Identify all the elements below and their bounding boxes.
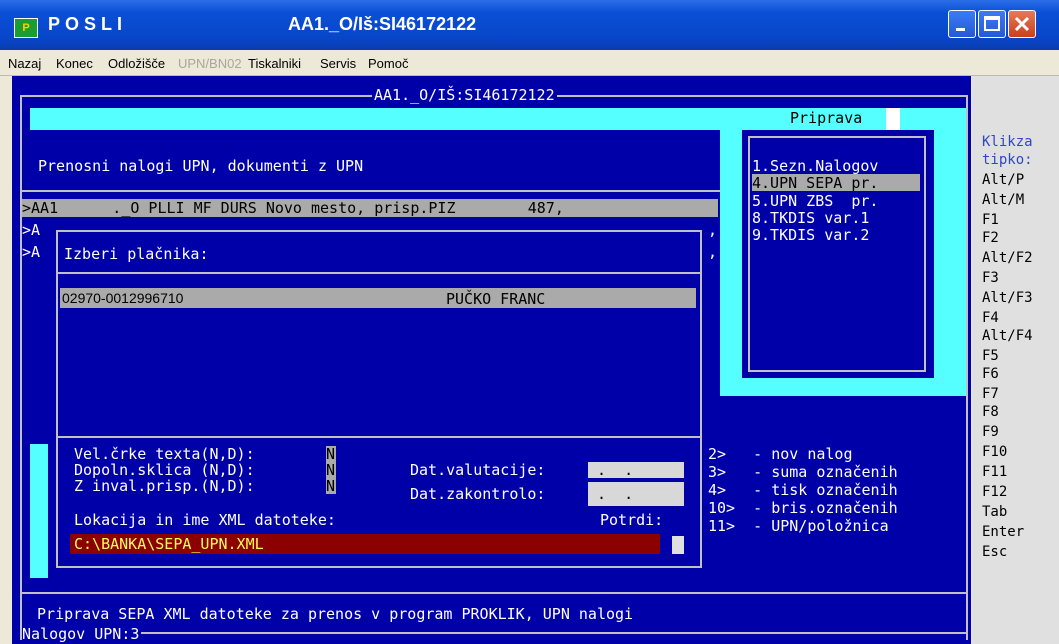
hotkey-f11[interactable]: F11 [982, 464, 1007, 480]
list-row-3-tail: , [708, 243, 718, 261]
minimize-button[interactable] [948, 10, 976, 38]
footer-separator [20, 592, 968, 594]
hotkey-alt-f4[interactable]: Alt/F4 [982, 328, 1033, 344]
priprava-item-1[interactable]: 1.Sezn.Nalogov [752, 158, 878, 174]
date-value-input[interactable]: . . [588, 462, 633, 478]
payer-dialog-title: Izberi plačnika: [64, 245, 209, 263]
hotkey-header-1: Klikza [982, 134, 1033, 150]
inval-label: Z inval.prisp.(N,D): [74, 477, 255, 495]
payer-dialog-title-sep [56, 272, 702, 274]
date-value-label: Dat.valutacije: [410, 461, 546, 479]
list-row-2[interactable]: >A [22, 222, 40, 238]
hotkey-f6[interactable]: F6 [982, 366, 999, 382]
priprava-item-2[interactable]: 4.UPN SEPA pr. [752, 175, 878, 191]
hotkey-alt-p[interactable]: Alt/P [982, 172, 1024, 188]
menu-pomoc[interactable]: Pomoč [368, 56, 408, 71]
hotkey-alt-f2[interactable]: Alt/F2 [982, 250, 1033, 266]
xml-label: Lokacija in ime XML datoteke: [74, 511, 336, 529]
hotkey-f9[interactable]: F9 [982, 424, 999, 440]
menu-nazaj[interactable]: Nazaj [8, 56, 41, 71]
payer-account[interactable]: 02970-0012996710 [62, 290, 183, 306]
hotkey-tab[interactable]: Tab [982, 504, 1007, 520]
font-size-input[interactable]: N [326, 446, 336, 462]
close-icon [1014, 16, 1030, 32]
hotkey-f2[interactable]: F2 [982, 230, 999, 246]
list-row-3[interactable]: >A [22, 244, 40, 260]
list-separator [20, 190, 720, 192]
hotkey-f7[interactable]: F7 [982, 386, 999, 402]
date-check-label: Dat.zakontrolo: [410, 485, 546, 503]
menu-upn-bn02: UPN/BN02 [178, 56, 242, 71]
payer-name[interactable]: PUČKO FRANC [446, 291, 545, 307]
ref-input[interactable]: N [326, 462, 336, 478]
maximize-button[interactable] [978, 10, 1006, 38]
priprava-item-4[interactable]: 8.TKDIS var.1 [752, 210, 869, 226]
action-upn-slip[interactable]: 11> - UPN/položnica [708, 518, 889, 534]
hotkey-f1[interactable]: F1 [982, 212, 999, 228]
action-new-order[interactable]: 2> - nov nalog [708, 446, 853, 462]
title-bar[interactable] [0, 0, 1059, 50]
frame-left [20, 95, 22, 640]
inval-input[interactable]: N [326, 478, 336, 494]
priprava-title: Priprava [790, 109, 863, 127]
close-button[interactable] [1008, 10, 1036, 38]
hotkey-esc[interactable]: Esc [982, 544, 1007, 560]
bottom-line [20, 632, 968, 634]
hotkey-f5[interactable]: F5 [982, 348, 999, 364]
left-cyan-bar [30, 444, 48, 578]
maximize-icon [984, 16, 1000, 31]
priprava-item-3[interactable]: 5.UPN ZBS pr. [752, 193, 878, 209]
page-heading: Prenosni nalogi UPN, dokumenti z UPN [38, 157, 364, 175]
menu-konec[interactable]: Konec [56, 56, 93, 71]
menu-tiskalniki[interactable]: Tiskalniki [248, 56, 301, 71]
minimize-icon [956, 28, 965, 31]
action-print-marked[interactable]: 4> - tisk označenih [708, 482, 898, 498]
hotkey-f3[interactable]: F3 [982, 270, 999, 286]
hotkey-alt-f3[interactable]: Alt/F3 [982, 290, 1033, 306]
frame-right [966, 95, 968, 640]
list-row-1[interactable]: >AA1 ._O PLLI MF DURS Novo mesto, prisp.… [22, 200, 564, 216]
app-name: POSLI [48, 14, 128, 34]
status-message: Priprava SEPA XML datoteke za prenos v p… [28, 605, 634, 623]
font-size-label: Vel.črke texta(N,D): [74, 445, 255, 463]
action-delete-marked[interactable]: 10> - bris.označenih [708, 500, 898, 516]
priprava-title-mark [886, 108, 900, 130]
hotkey-alt-m[interactable]: Alt/M [982, 192, 1024, 208]
window-title: AA1._O/Iš:SI46172122 [288, 14, 477, 34]
top-highlight-bar [30, 108, 740, 130]
frame-title: AA1._O/IŠ:SI46172122 [372, 86, 557, 104]
list-row-2-tail: , [708, 221, 718, 239]
confirm-checkbox[interactable] [672, 536, 684, 554]
ref-label: Dopoln.sklica (N,D): [74, 461, 255, 479]
hotkey-enter[interactable]: Enter [982, 524, 1024, 540]
options-separator [56, 436, 702, 438]
menu-servis[interactable]: Servis [320, 56, 356, 71]
hotkey-f4[interactable]: F4 [982, 310, 999, 326]
action-sum-marked[interactable]: 3> - suma označenih [708, 464, 898, 480]
hotkey-f12[interactable]: F12 [982, 484, 1007, 500]
hotkey-f8[interactable]: F8 [982, 404, 999, 420]
date-check-input[interactable]: . . [588, 486, 633, 502]
confirm-label: Potrdi: [600, 511, 664, 529]
xml-path-input[interactable]: C:\BANKA\SEPA_UPN.XML [74, 536, 264, 552]
order-count: Nalogov UPN:3 [22, 625, 142, 643]
priprava-item-5[interactable]: 9.TKDIS var.2 [752, 227, 869, 243]
menu-odlozisce[interactable]: Odložišče [108, 56, 165, 71]
hotkey-f10[interactable]: F10 [982, 444, 1007, 460]
hotkey-header-2: tipko: [982, 152, 1033, 168]
app-icon[interactable]: P [14, 18, 38, 38]
